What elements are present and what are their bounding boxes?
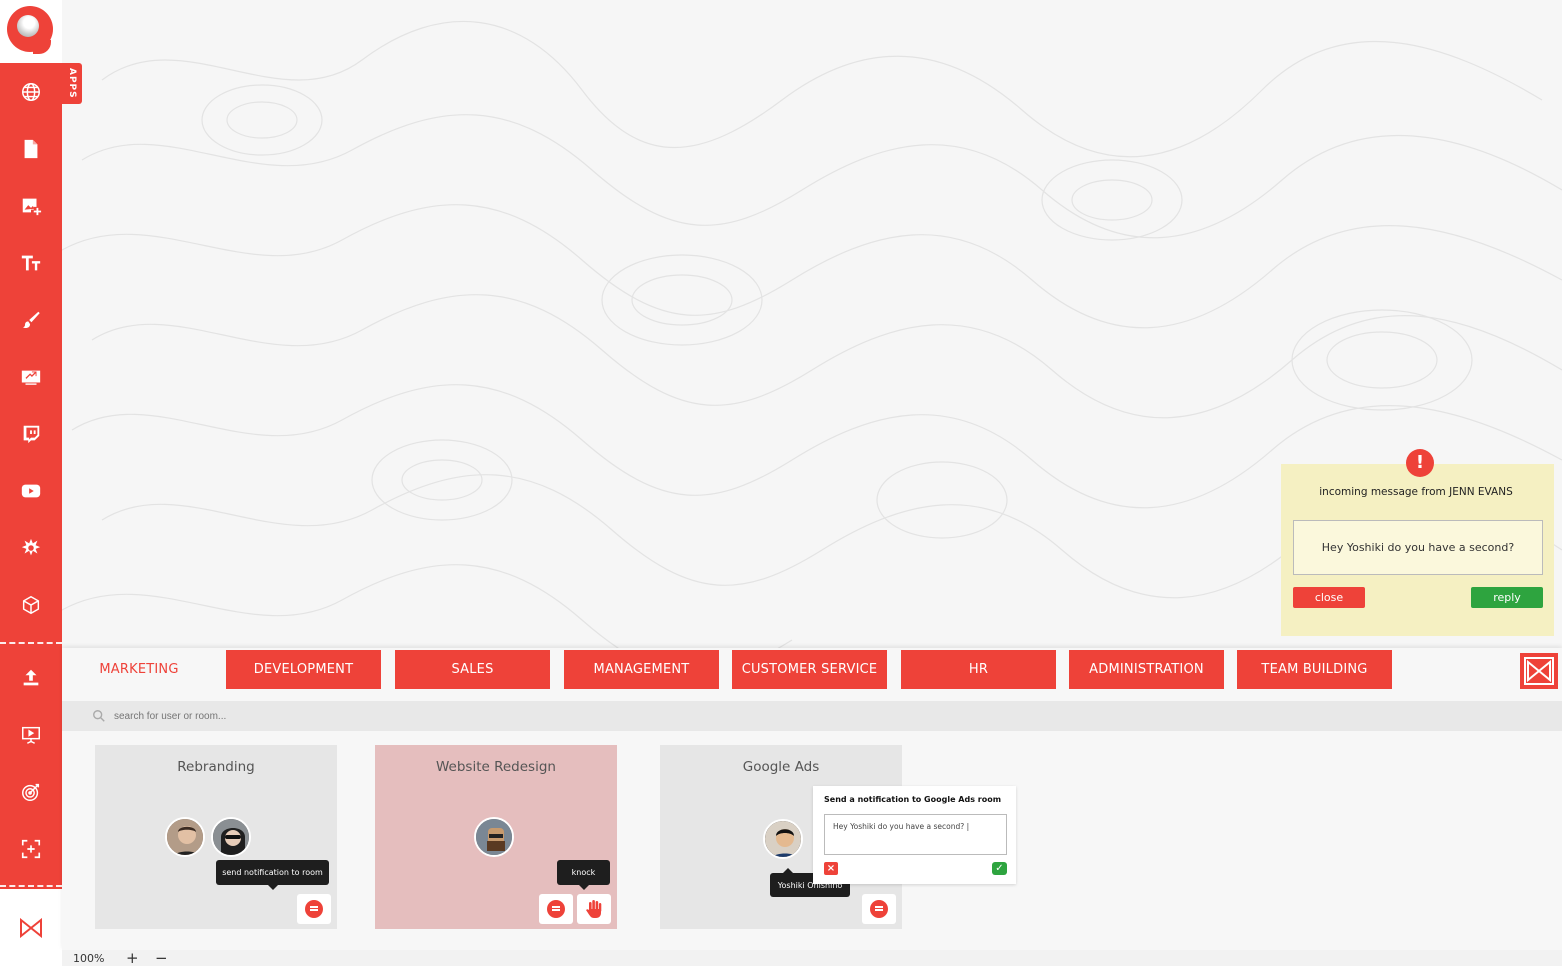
avatar[interactable]: [165, 817, 205, 857]
room-card-website-redesign[interactable]: Website Redesign knock: [375, 745, 617, 929]
send-notification-tooltip: send notification to room: [216, 860, 329, 890]
chat-icon: [547, 900, 565, 918]
cancel-icon[interactable]: ×: [824, 862, 838, 875]
tab-customer-service[interactable]: CUSTOMER SERVICE: [732, 650, 887, 689]
tab-sales[interactable]: SALES: [395, 650, 550, 689]
twitch-icon[interactable]: [0, 405, 62, 462]
bowtie-logo-icon[interactable]: [0, 889, 62, 966]
brush-icon[interactable]: [0, 291, 62, 348]
star-burst-icon[interactable]: [0, 519, 62, 576]
apps-tab[interactable]: APPS: [62, 63, 82, 104]
sidebar: [0, 63, 62, 966]
incoming-message-panel: ! incoming message from JENN EVANS Hey Y…: [1281, 449, 1554, 636]
chat-icon: [870, 900, 888, 918]
screen-share-icon[interactable]: [0, 348, 62, 405]
zoom-level: 100%: [73, 952, 105, 965]
reply-button[interactable]: reply: [1471, 587, 1543, 608]
target-icon[interactable]: [0, 763, 62, 820]
chat-button[interactable]: [539, 894, 573, 924]
room-name: Rebranding: [177, 759, 255, 775]
document-icon[interactable]: [0, 120, 62, 177]
tab-hr[interactable]: HR: [901, 650, 1056, 689]
panel-toggle-button[interactable]: [1520, 653, 1558, 689]
sidebar-divider-bottom: [0, 885, 62, 887]
search-bar: [62, 701, 1562, 731]
room-card-rebranding[interactable]: Rebranding send notification to room: [95, 745, 337, 929]
incoming-message-text: Hey Yoshiki do you have a second?: [1293, 520, 1543, 575]
logo-icon: [7, 6, 53, 52]
hand-icon: [586, 900, 602, 918]
add-frame-icon[interactable]: [0, 820, 62, 877]
close-button[interactable]: close: [1293, 587, 1365, 608]
avatar[interactable]: [474, 817, 514, 857]
avatar[interactable]: [211, 817, 251, 857]
notification-popup-title: Send a notification to Google Ads room: [824, 795, 1002, 804]
room-name: Google Ads: [742, 759, 820, 775]
search-icon: [93, 710, 105, 722]
tab-development[interactable]: DEVELOPMENT: [226, 650, 381, 689]
knock-tooltip: knock: [557, 860, 610, 890]
avatar[interactable]: [763, 819, 803, 859]
upload-icon[interactable]: [0, 649, 62, 706]
chat-icon: [305, 900, 323, 918]
alert-icon: !: [1406, 449, 1434, 477]
zoom-out-button[interactable]: −: [155, 949, 168, 966]
tab-marketing[interactable]: MARKETING: [70, 650, 208, 689]
sidebar-divider: [0, 642, 62, 644]
confirm-icon[interactable]: ✓: [992, 862, 1007, 875]
incoming-message-title: incoming message from JENN EVANS: [1319, 486, 1513, 498]
chat-button[interactable]: [297, 894, 331, 924]
presentation-icon[interactable]: [0, 706, 62, 763]
knock-button[interactable]: [577, 894, 611, 924]
add-image-icon[interactable]: [0, 177, 62, 234]
text-icon[interactable]: [0, 234, 62, 291]
tab-administration[interactable]: ADMINISTRATION: [1069, 650, 1224, 689]
youtube-icon[interactable]: [0, 462, 62, 519]
app-logo[interactable]: [0, 0, 62, 63]
tab-management[interactable]: MANAGEMENT: [564, 650, 719, 689]
search-input[interactable]: [114, 710, 414, 722]
zoom-bar: 100% + −: [62, 949, 1562, 966]
tab-team-building[interactable]: TEAM BUILDING: [1237, 650, 1392, 689]
cube-icon[interactable]: [0, 576, 62, 633]
zoom-in-button[interactable]: +: [126, 949, 139, 966]
globe-icon[interactable]: [0, 63, 62, 120]
notification-message-input[interactable]: Hey Yoshiki do you have a second? |: [824, 814, 1007, 855]
chat-button[interactable]: [862, 894, 896, 924]
notification-popup: Send a notification to Google Ads room H…: [813, 786, 1016, 884]
room-name: Website Redesign: [436, 759, 556, 775]
